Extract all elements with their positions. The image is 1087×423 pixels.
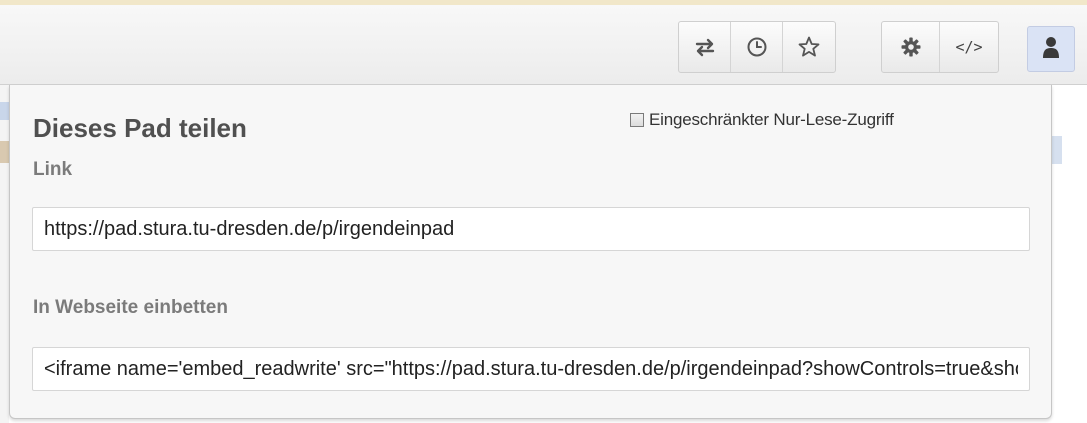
toolbar-right-group-2: </> [881, 21, 999, 73]
editbar: </> [0, 5, 1087, 85]
embed-icon: </> [955, 38, 983, 56]
editor-edge-mark [0, 141, 9, 163]
settings-button[interactable] [882, 22, 940, 72]
star-icon [797, 35, 821, 59]
editor-edge-mark [0, 102, 9, 120]
settings-gear-icon [900, 36, 922, 58]
import-export-button[interactable] [679, 22, 731, 72]
embed-button[interactable]: </> [940, 22, 998, 72]
readonly-checkbox[interactable] [630, 113, 644, 127]
share-embed-popup: Dieses Pad teilen Eingeschränkter Nur-Le… [9, 85, 1052, 419]
link-label: Link [33, 159, 73, 180]
popup-title: Dieses Pad teilen [33, 113, 247, 143]
editor-left-edge [0, 85, 9, 423]
embed-label: In Webseite einbetten [33, 297, 228, 318]
import-export-icon [694, 37, 716, 57]
user-icon [1042, 35, 1060, 64]
timeslider-icon [746, 36, 768, 58]
editor-edge-mark [1052, 136, 1062, 164]
link-input[interactable] [32, 207, 1030, 251]
timeslider-button[interactable] [731, 22, 783, 72]
save-revision-button[interactable] [783, 22, 835, 72]
embed-code-input[interactable] [32, 347, 1030, 391]
readonly-checkbox-label: Eingeschränkter Nur-Lese-Zugriff [649, 110, 894, 129]
toolbar-right-group-1 [678, 21, 836, 73]
readonly-option[interactable]: Eingeschränkter Nur-Lese-Zugriff [630, 110, 894, 130]
users-button[interactable] [1027, 26, 1075, 72]
